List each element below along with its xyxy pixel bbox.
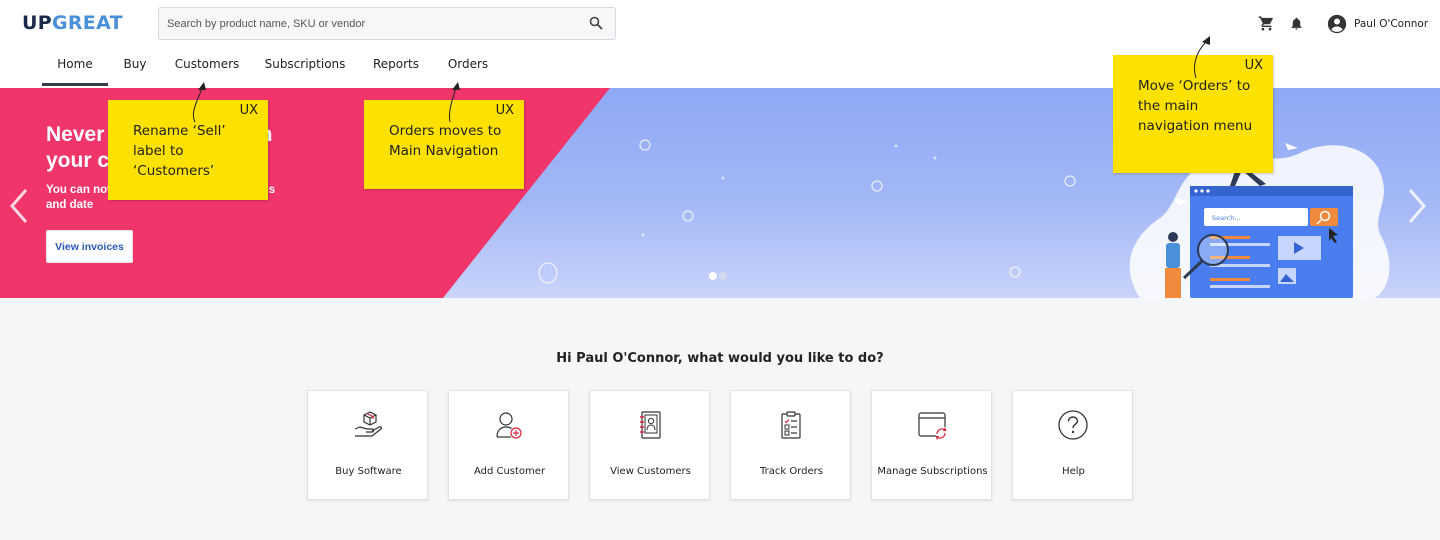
card-label: Manage Subscriptions	[877, 466, 988, 477]
add-customer-card[interactable]: Add Customer	[448, 390, 569, 500]
card-label: View Customers	[610, 466, 691, 477]
annotation-text: Move ‘Orders’ to the main navigation men…	[1138, 78, 1253, 134]
annotation-text: Orders moves to Main Navigation	[389, 123, 502, 159]
search-box	[158, 7, 616, 40]
view-customers-icon	[640, 411, 661, 439]
logo-great-text: GREAT	[51, 12, 123, 34]
tab-buy[interactable]: Buy	[116, 48, 154, 86]
upgreat-logo[interactable]: UPGREAT	[22, 12, 123, 34]
user-name: Paul O'Connor	[1354, 18, 1429, 30]
user-avatar-icon	[1327, 14, 1347, 34]
manage-subscriptions-card[interactable]: Manage Subscriptions	[871, 390, 992, 500]
logo-up-text: UP	[22, 12, 52, 34]
carousel-dots	[709, 272, 727, 280]
view-customers-card[interactable]: View Customers	[589, 390, 710, 500]
annotation-arrow	[1193, 36, 1210, 79]
cart-icon[interactable]	[1258, 15, 1275, 32]
ux-tag: UX	[1244, 58, 1263, 73]
card-label: Track Orders	[760, 466, 823, 477]
help-icon	[1058, 410, 1088, 440]
user-menu[interactable]: Paul O'Connor	[1327, 13, 1428, 35]
tab-reports[interactable]: Reports	[368, 48, 424, 86]
view-invoices-button[interactable]: View invoices	[46, 230, 133, 263]
track-orders-card[interactable]: Track Orders	[730, 390, 851, 500]
tab-subscriptions[interactable]: Subscriptions	[262, 48, 348, 86]
ux-tag: UX	[495, 103, 514, 118]
ux-tag: UX	[239, 103, 258, 118]
track-orders-icon	[781, 411, 801, 439]
buy-software-icon	[354, 411, 382, 437]
annotation-arrow	[449, 82, 460, 123]
carousel-dot-1[interactable]	[709, 272, 717, 280]
welcome-greeting: Hi Paul O'Connor, what would you like to…	[556, 351, 884, 366]
card-label: Help	[1062, 466, 1085, 477]
card-label: Buy Software	[335, 466, 402, 477]
add-customer-icon	[496, 412, 522, 439]
search-input[interactable]	[159, 8, 579, 39]
illustration-search-text: Search...	[1212, 214, 1241, 222]
carousel-dot-2[interactable]	[719, 272, 727, 280]
annotation-arrow	[192, 82, 206, 123]
tab-home[interactable]: Home	[42, 48, 108, 86]
manage-subscriptions-icon	[918, 412, 947, 440]
card-label: Add Customer	[473, 466, 546, 477]
chevron-left-icon[interactable]	[6, 186, 32, 226]
help-card[interactable]: Help	[1012, 390, 1133, 500]
bell-icon[interactable]	[1289, 15, 1304, 32]
buy-software-card[interactable]: Buy Software	[307, 390, 428, 500]
annotation-text: Rename ‘Sell’ label to ‘Customers’	[133, 123, 226, 179]
chevron-right-icon[interactable]	[1404, 186, 1430, 226]
search-icon[interactable]	[589, 16, 603, 30]
